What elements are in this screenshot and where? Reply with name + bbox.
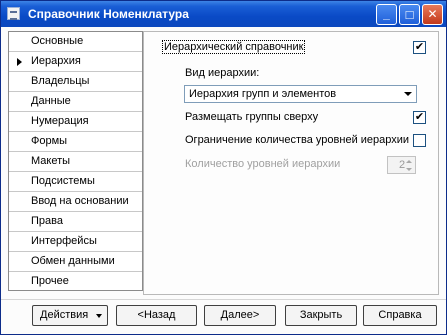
sidebar-item-label: Ввод на основании [31,195,129,207]
sidebar-item-subsystems[interactable]: Подсистемы [9,172,142,192]
stepper-up-icon[interactable] [404,158,414,165]
sidebar-item-label: Подсистемы [31,175,95,187]
hierarchy-type-value: Иерархия групп и элементов [189,88,337,100]
limit-levels-label: Ограничение количества уровней иерархии [185,134,410,146]
sidebar-item-other[interactable]: Прочее [9,272,142,292]
groups-on-top-label: Размещать группы сверху [185,111,319,123]
hierarchy-type-select[interactable]: Иерархия групп и элементов [184,85,417,103]
sidebar-item-label: Владельцы [31,75,90,87]
actions-button-label: Действия [40,309,89,321]
hierarchical-catalog-checkbox[interactable]: ✔ [413,41,426,54]
close-icon[interactable]: ✕ [422,4,443,25]
sidebar-item-label: Прочее [31,275,69,287]
sidebar-item-label: Права [31,215,63,227]
stepper-down-icon[interactable] [404,166,414,173]
groups-on-top-checkbox[interactable]: ✔ [413,111,426,124]
limit-levels-checkbox[interactable] [413,134,426,147]
help-button[interactable]: Справка [363,305,437,326]
maximize-icon[interactable]: □ [399,4,420,25]
sidebar-item-numbering[interactable]: Нумерация [9,112,142,132]
sidebar-item-interfaces[interactable]: Интерфейсы [9,232,142,252]
sidebar-item-data[interactable]: Данные [9,92,142,112]
chevron-down-icon [96,314,102,318]
sidebar-item-label: Интерфейсы [31,235,97,247]
next-button[interactable]: Далее> [204,305,276,326]
current-item-marker-icon [17,58,22,66]
sidebar-item-label: Формы [31,135,68,147]
sidebar-item-label: Нумерация [31,115,89,127]
level-count-label: Количество уровней иерархии [185,158,341,170]
close-button[interactable]: Закрыть [285,305,357,326]
catalog-icon [7,7,20,20]
sidebar-item-rights[interactable]: Права [9,212,142,232]
sidebar-item-input-based-on[interactable]: Ввод на основании [9,192,142,212]
sidebar-item-label: Основные [31,35,84,47]
sidebar-item-label: Данные [31,95,71,107]
sidebar: Основные Иерархия Владельцы Данные Нумер… [8,31,143,291]
sidebar-item-main[interactable]: Основные [9,32,142,52]
level-count-stepper[interactable]: 2 [387,156,416,174]
divider [1,299,446,300]
sidebar-item-templates[interactable]: Макеты [9,152,142,172]
sidebar-item-owners[interactable]: Владельцы [9,72,142,92]
actions-button[interactable]: Действия [32,305,108,326]
sidebar-item-label: Обмен данными [31,255,115,267]
dialog-window: Справочник Номенклатура _ □ ✕ Основные И… [0,0,447,335]
minimize-icon[interactable]: _ [376,4,397,25]
window-title: Справочник Номенклатура [28,7,189,21]
sidebar-item-data-exchange[interactable]: Обмен данными [9,252,142,272]
sidebar-item-label: Иерархия [31,55,81,67]
sidebar-item-forms[interactable]: Формы [9,132,142,152]
sidebar-item-label: Макеты [31,155,71,167]
chevron-down-icon[interactable] [401,87,415,101]
hierarchical-catalog-label[interactable]: Иерархический справочник [161,40,306,54]
hierarchy-type-label: Вид иерархии: [185,67,260,79]
title-bar[interactable]: Справочник Номенклатура _ □ ✕ [1,1,446,27]
sidebar-item-hierarchy[interactable]: Иерархия [9,52,142,72]
back-button[interactable]: <Назад [116,305,197,326]
